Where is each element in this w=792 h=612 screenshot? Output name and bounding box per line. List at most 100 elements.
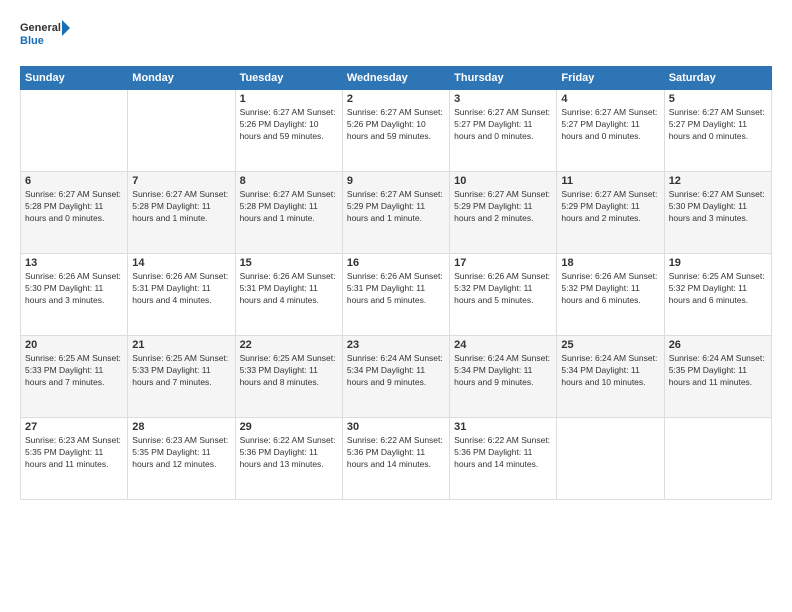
page: General Blue Sunday Monday Tuesday Wedne…	[0, 0, 792, 612]
table-row: 17 Sunrise: 6:26 AM Sunset: 5:32 PM Dayli…	[450, 254, 557, 336]
day-info: Sunrise: 6:27 AM Sunset: 5:29 PM Dayligh…	[561, 189, 659, 225]
day-info: Sunrise: 6:26 AM Sunset: 5:31 PM Dayligh…	[347, 271, 445, 307]
col-sunday: Sunday	[21, 67, 128, 90]
table-row: 18 Sunrise: 6:26 AM Sunset: 5:32 PM Dayli…	[557, 254, 664, 336]
day-number: 19	[669, 257, 767, 269]
day-info: Sunrise: 6:22 AM Sunset: 5:36 PM Dayligh…	[240, 435, 338, 471]
day-number: 8	[240, 175, 338, 187]
calendar-table: Sunday Monday Tuesday Wednesday Thursday…	[20, 66, 772, 500]
day-info: Sunrise: 6:24 AM Sunset: 5:35 PM Dayligh…	[669, 353, 767, 389]
calendar-week-row: 13 Sunrise: 6:26 AM Sunset: 5:30 PM Dayli…	[21, 254, 772, 336]
day-info: Sunrise: 6:27 AM Sunset: 5:28 PM Dayligh…	[25, 189, 123, 225]
calendar-week-row: 6 Sunrise: 6:27 AM Sunset: 5:28 PM Daylig…	[21, 172, 772, 254]
day-number: 4	[561, 93, 659, 105]
table-row: 3Sunrise: 6:27 AM Sunset: 5:27 PM Daylig…	[450, 90, 557, 172]
day-number: 11	[561, 175, 659, 187]
day-number: 15	[240, 257, 338, 269]
calendar-week-row: 1Sunrise: 6:27 AM Sunset: 5:26 PM Daylig…	[21, 90, 772, 172]
table-row: 26 Sunrise: 6:24 AM Sunset: 5:35 PM Dayli…	[664, 336, 771, 418]
day-info: Sunrise: 6:27 AM Sunset: 5:29 PM Dayligh…	[454, 189, 552, 225]
table-row: 28 Sunrise: 6:23 AM Sunset: 5:35 PM Dayli…	[128, 418, 235, 500]
day-number: 3	[454, 93, 552, 105]
day-number: 5	[669, 93, 767, 105]
day-info: Sunrise: 6:27 AM Sunset: 5:27 PM Dayligh…	[669, 107, 767, 143]
table-row: 2Sunrise: 6:27 AM Sunset: 5:26 PM Daylig…	[342, 90, 449, 172]
table-row: 13 Sunrise: 6:26 AM Sunset: 5:30 PM Dayli…	[21, 254, 128, 336]
table-row: 25Sunrise: 6:24 AM Sunset: 5:34 PM Dayli…	[557, 336, 664, 418]
day-info: Sunrise: 6:24 AM Sunset: 5:34 PM Dayligh…	[454, 353, 552, 389]
day-info: Sunrise: 6:23 AM Sunset: 5:35 PM Dayligh…	[25, 435, 123, 471]
day-info: Sunrise: 6:26 AM Sunset: 5:32 PM Dayligh…	[454, 271, 552, 307]
table-row: 10Sunrise: 6:27 AM Sunset: 5:29 PM Dayli…	[450, 172, 557, 254]
col-friday: Friday	[557, 67, 664, 90]
table-row: 21Sunrise: 6:25 AM Sunset: 5:33 PM Dayli…	[128, 336, 235, 418]
day-number: 25	[561, 339, 659, 351]
day-info: Sunrise: 6:22 AM Sunset: 5:36 PM Dayligh…	[454, 435, 552, 471]
table-row: 4 Sunrise: 6:27 AM Sunset: 5:27 PM Daylig…	[557, 90, 664, 172]
day-info: Sunrise: 6:26 AM Sunset: 5:30 PM Dayligh…	[25, 271, 123, 307]
day-number: 24	[454, 339, 552, 351]
day-number: 9	[347, 175, 445, 187]
day-number: 17	[454, 257, 552, 269]
day-number: 22	[240, 339, 338, 351]
table-row: 31Sunrise: 6:22 AM Sunset: 5:36 PM Dayli…	[450, 418, 557, 500]
day-number: 14	[132, 257, 230, 269]
col-thursday: Thursday	[450, 67, 557, 90]
day-number: 30	[347, 421, 445, 433]
svg-text:Blue: Blue	[20, 35, 44, 47]
day-info: Sunrise: 6:27 AM Sunset: 5:30 PM Dayligh…	[669, 189, 767, 225]
day-number: 16	[347, 257, 445, 269]
header: General Blue	[20, 16, 772, 56]
table-row: 14 Sunrise: 6:26 AM Sunset: 5:31 PM Dayli…	[128, 254, 235, 336]
day-number: 27	[25, 421, 123, 433]
table-row: 11 Sunrise: 6:27 AM Sunset: 5:29 PM Dayli…	[557, 172, 664, 254]
col-monday: Monday	[128, 67, 235, 90]
day-number: 28	[132, 421, 230, 433]
day-number: 7	[132, 175, 230, 187]
day-info: Sunrise: 6:27 AM Sunset: 5:27 PM Dayligh…	[561, 107, 659, 143]
day-number: 12	[669, 175, 767, 187]
day-info: Sunrise: 6:22 AM Sunset: 5:36 PM Dayligh…	[347, 435, 445, 471]
table-row: 27 Sunrise: 6:23 AM Sunset: 5:35 PM Dayli…	[21, 418, 128, 500]
day-number: 13	[25, 257, 123, 269]
table-row: 15Sunrise: 6:26 AM Sunset: 5:31 PM Dayli…	[235, 254, 342, 336]
table-row: 24 Sunrise: 6:24 AM Sunset: 5:34 PM Dayli…	[450, 336, 557, 418]
table-row: 16 Sunrise: 6:26 AM Sunset: 5:31 PM Dayli…	[342, 254, 449, 336]
col-wednesday: Wednesday	[342, 67, 449, 90]
table-row: 29 Sunrise: 6:22 AM Sunset: 5:36 PM Dayli…	[235, 418, 342, 500]
day-info: Sunrise: 6:24 AM Sunset: 5:34 PM Dayligh…	[347, 353, 445, 389]
calendar-week-row: 20Sunrise: 6:25 AM Sunset: 5:33 PM Dayli…	[21, 336, 772, 418]
table-row: 30 Sunrise: 6:22 AM Sunset: 5:36 PM Dayli…	[342, 418, 449, 500]
day-info: Sunrise: 6:26 AM Sunset: 5:31 PM Dayligh…	[132, 271, 230, 307]
table-row: 7Sunrise: 6:27 AM Sunset: 5:28 PM Daylig…	[128, 172, 235, 254]
table-row: 22 Sunrise: 6:25 AM Sunset: 5:33 PM Dayli…	[235, 336, 342, 418]
table-row: 1Sunrise: 6:27 AM Sunset: 5:26 PM Daylig…	[235, 90, 342, 172]
day-info: Sunrise: 6:26 AM Sunset: 5:32 PM Dayligh…	[561, 271, 659, 307]
day-info: Sunrise: 6:23 AM Sunset: 5:35 PM Dayligh…	[132, 435, 230, 471]
day-number: 26	[669, 339, 767, 351]
day-number: 21	[132, 339, 230, 351]
day-number: 1	[240, 93, 338, 105]
day-number: 18	[561, 257, 659, 269]
day-info: Sunrise: 6:25 AM Sunset: 5:33 PM Dayligh…	[240, 353, 338, 389]
table-row	[21, 90, 128, 172]
col-saturday: Saturday	[664, 67, 771, 90]
day-number: 29	[240, 421, 338, 433]
day-info: Sunrise: 6:25 AM Sunset: 5:32 PM Dayligh…	[669, 271, 767, 307]
logo: General Blue	[20, 16, 70, 56]
table-row: 23Sunrise: 6:24 AM Sunset: 5:34 PM Dayli…	[342, 336, 449, 418]
col-tuesday: Tuesday	[235, 67, 342, 90]
day-number: 6	[25, 175, 123, 187]
day-info: Sunrise: 6:27 AM Sunset: 5:28 PM Dayligh…	[240, 189, 338, 225]
table-row	[128, 90, 235, 172]
table-row: 9Sunrise: 6:27 AM Sunset: 5:29 PM Daylig…	[342, 172, 449, 254]
table-row: 6 Sunrise: 6:27 AM Sunset: 5:28 PM Daylig…	[21, 172, 128, 254]
day-number: 2	[347, 93, 445, 105]
generalblue-logo-icon: General Blue	[20, 16, 70, 56]
day-info: Sunrise: 6:25 AM Sunset: 5:33 PM Dayligh…	[25, 353, 123, 389]
table-row: 12 Sunrise: 6:27 AM Sunset: 5:30 PM Dayli…	[664, 172, 771, 254]
table-row: 8 Sunrise: 6:27 AM Sunset: 5:28 PM Daylig…	[235, 172, 342, 254]
table-row: 19 Sunrise: 6:25 AM Sunset: 5:32 PM Dayli…	[664, 254, 771, 336]
table-row: 20Sunrise: 6:25 AM Sunset: 5:33 PM Dayli…	[21, 336, 128, 418]
calendar-header-row: Sunday Monday Tuesday Wednesday Thursday…	[21, 67, 772, 90]
